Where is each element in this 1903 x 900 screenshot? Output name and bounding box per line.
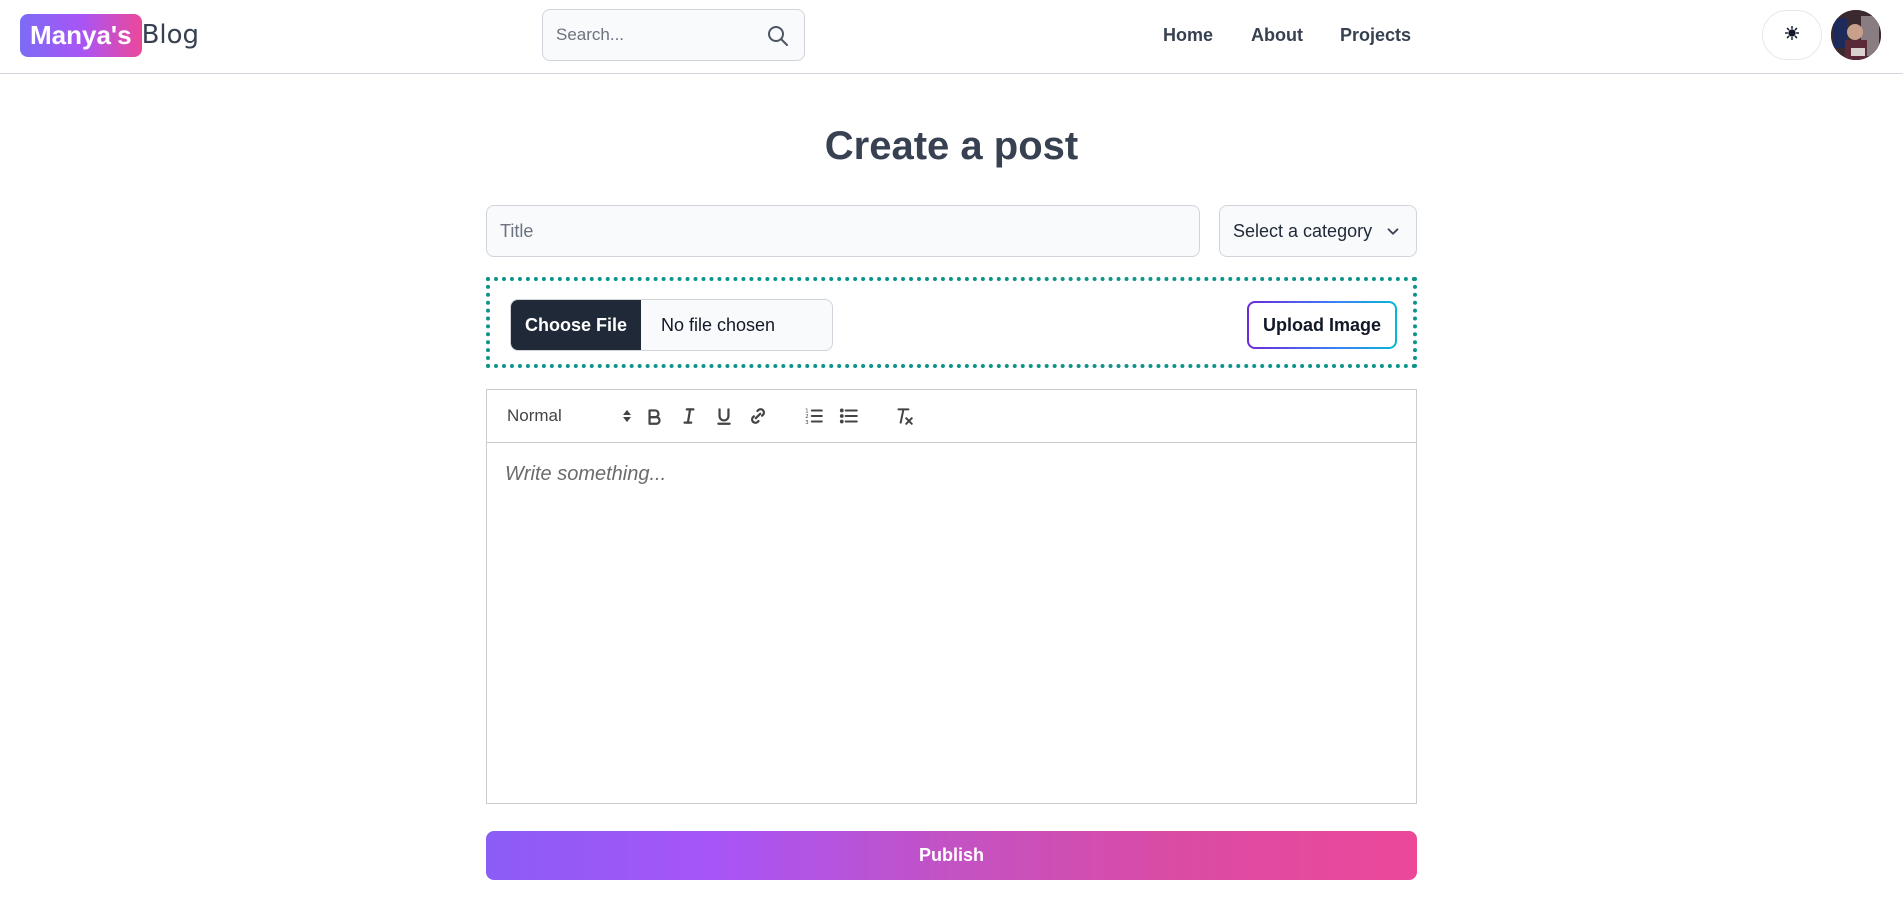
clear-format-icon[interactable] xyxy=(892,404,916,428)
chevron-down-icon xyxy=(1384,223,1402,241)
nav-about-link[interactable]: About xyxy=(1251,25,1303,46)
search-box xyxy=(542,9,805,61)
title-input[interactable] xyxy=(486,205,1200,257)
editor-placeholder: Write something... xyxy=(505,463,667,485)
publish-button[interactable]: Publish xyxy=(486,831,1417,880)
top-navbar: Manya's Blog Home About Projects xyxy=(0,0,1903,74)
header-format-select[interactable]: Normal xyxy=(507,404,631,428)
image-upload-zone: Choose File No file chosen Upload Image xyxy=(486,277,1417,368)
sun-icon xyxy=(1784,25,1800,45)
editor-toolbar: Normal 1 2 3 xyxy=(487,390,1416,443)
editor-content-area[interactable]: Write something... xyxy=(487,443,1416,803)
underline-icon[interactable] xyxy=(712,404,736,428)
search-input[interactable] xyxy=(543,10,758,60)
brand-logo[interactable]: Manya's Blog xyxy=(20,13,199,57)
bold-icon[interactable] xyxy=(642,404,666,428)
ordered-list-icon[interactable]: 1 2 3 xyxy=(802,404,826,428)
brand-highlight: Manya's xyxy=(20,13,142,57)
search-icon[interactable] xyxy=(766,24,790,48)
category-selected-value: Select a category xyxy=(1233,220,1373,241)
theme-toggle-button[interactable] xyxy=(1762,10,1822,60)
select-arrows-icon xyxy=(622,408,632,424)
svg-text:3: 3 xyxy=(805,420,809,426)
page-title: Create a post xyxy=(824,124,1079,168)
link-icon[interactable] xyxy=(746,404,770,428)
category-select[interactable]: Select a category xyxy=(1219,205,1417,257)
brand-name: Blog xyxy=(141,20,200,50)
nav-projects-link[interactable]: Projects xyxy=(1340,25,1411,46)
file-input[interactable]: Choose File No file chosen xyxy=(510,299,833,351)
bullet-list-icon[interactable] xyxy=(837,404,861,428)
header-format-label: Normal xyxy=(507,406,562,425)
choose-file-button[interactable]: Choose File xyxy=(511,300,641,350)
italic-icon[interactable] xyxy=(677,404,701,428)
upload-image-button[interactable]: Upload Image xyxy=(1247,301,1397,349)
file-status: No file chosen xyxy=(661,314,776,335)
nav-home-link[interactable]: Home xyxy=(1163,25,1213,46)
rich-text-editor: Normal 1 2 3 Write something... xyxy=(486,389,1417,804)
user-avatar[interactable] xyxy=(1831,10,1881,60)
